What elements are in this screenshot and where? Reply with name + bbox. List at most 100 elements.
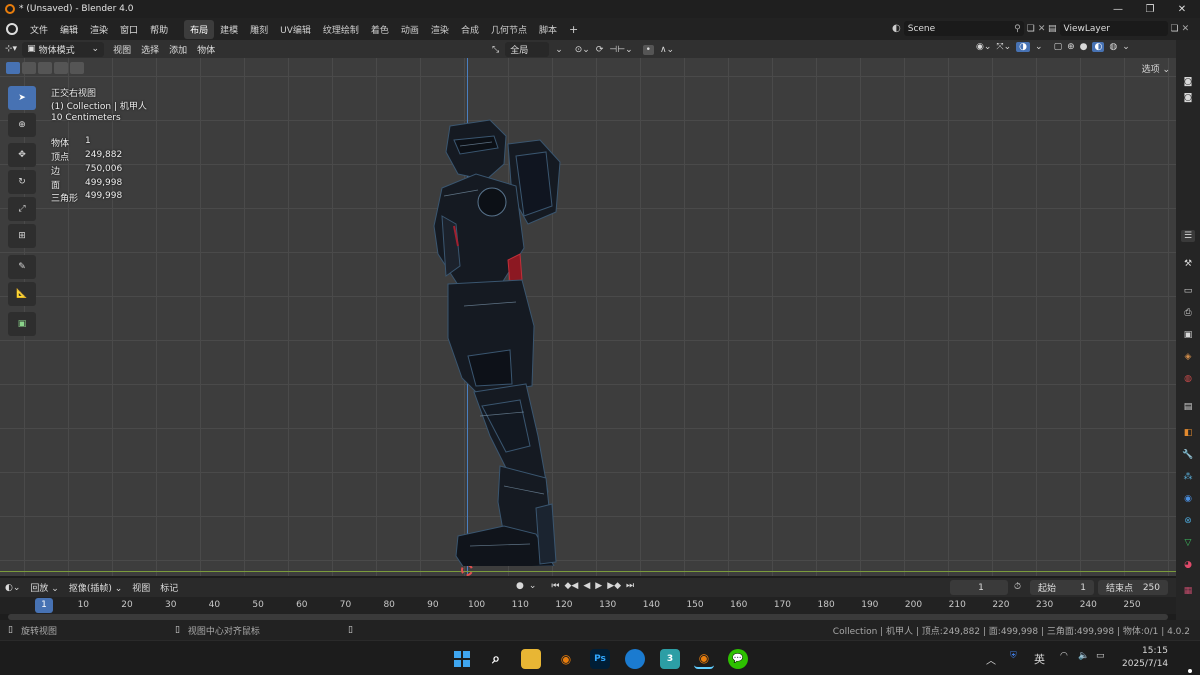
current-frame-field[interactable]: 1: [950, 580, 1008, 595]
orientation-dropdown[interactable]: 全局: [505, 42, 550, 57]
rendered-shading-icon[interactable]: ◍: [1109, 42, 1117, 52]
particles-properties-icon[interactable]: ⁂: [1181, 471, 1195, 483]
modifier-properties-icon[interactable]: 🔧: [1181, 449, 1195, 461]
menu-playback[interactable]: 回放 ⌄: [25, 581, 63, 594]
material-properties-icon[interactable]: ◕: [1181, 559, 1195, 571]
visibility-icon[interactable]: ◉⌄: [976, 42, 991, 52]
play-reverse-icon[interactable]: ◀: [583, 581, 590, 591]
record-icon[interactable]: ●: [516, 581, 524, 591]
wireframe-shading-icon[interactable]: ⊕: [1067, 42, 1075, 52]
pin-icon[interactable]: ⚲: [1014, 24, 1021, 34]
menu-markers[interactable]: 标记: [155, 581, 183, 594]
snap-target-icon[interactable]: ⊣⊢⌄: [609, 45, 632, 55]
menu-object[interactable]: 物体: [192, 43, 220, 56]
edge-browser-icon[interactable]: [625, 649, 645, 669]
collection-properties-icon[interactable]: ▤: [1181, 401, 1195, 413]
jump-end-icon[interactable]: ⏭: [626, 581, 634, 591]
output-properties-icon[interactable]: ⎙: [1181, 307, 1195, 319]
select-box-tool[interactable]: ➤: [8, 86, 36, 110]
editor-type-icon[interactable]: ⊹▾: [0, 44, 22, 54]
minimize-button[interactable]: —: [1102, 0, 1134, 18]
new-scene-icon[interactable]: ❏: [1027, 24, 1035, 34]
3dsmax-icon[interactable]: 3: [660, 649, 680, 669]
cursor-tool[interactable]: ⊕: [8, 113, 36, 137]
maximize-button[interactable]: ❐: [1134, 0, 1166, 18]
tab-rendering[interactable]: 渲染: [425, 20, 455, 39]
render-properties-icon[interactable]: ▭: [1181, 285, 1195, 297]
file-explorer-icon[interactable]: [521, 649, 541, 669]
menu-file[interactable]: 文件: [24, 23, 54, 36]
windows-start-icon[interactable]: [452, 649, 472, 669]
input-language[interactable]: 英: [1034, 651, 1045, 667]
clock-time[interactable]: 15:15: [1142, 646, 1168, 656]
tab-texture-paint[interactable]: 纹理绘制: [317, 20, 365, 39]
menu-view[interactable]: 视图: [108, 43, 136, 56]
gizmo-icon[interactable]: ⤧⌄: [996, 42, 1011, 52]
menu-render[interactable]: 渲染: [84, 23, 114, 36]
tab-animation[interactable]: 动画: [395, 20, 425, 39]
tab-layout[interactable]: 布局: [184, 19, 215, 39]
blender-active-icon[interactable]: ◉: [694, 649, 714, 669]
constraints-properties-icon[interactable]: ⊗: [1181, 515, 1195, 527]
tool-settings-icon[interactable]: ⚒: [1181, 258, 1195, 270]
view-layer-icon[interactable]: ▤: [1048, 24, 1057, 34]
add-workspace-button[interactable]: +: [563, 20, 584, 39]
prev-keyframe-icon[interactable]: ◆◀: [565, 581, 579, 591]
options-dropdown[interactable]: 选项 ⌄: [1142, 62, 1170, 75]
object-properties-icon[interactable]: ◧: [1181, 427, 1195, 439]
wechat-icon[interactable]: 💬: [728, 649, 748, 669]
mode-dropdown[interactable]: ▣ 物体模式 ⌄: [22, 41, 105, 57]
menu-timeline-view[interactable]: 视图: [127, 581, 155, 594]
clock-date[interactable]: 2025/7/14: [1122, 659, 1168, 669]
material-shading-icon[interactable]: ◐: [1092, 42, 1105, 52]
transform-tool[interactable]: ⊞: [8, 224, 36, 248]
tab-compositing[interactable]: 合成: [455, 20, 485, 39]
scale-tool[interactable]: ⤢: [8, 197, 36, 221]
menu-help[interactable]: 帮助: [144, 23, 174, 36]
view-layer-field[interactable]: ViewLayer: [1059, 21, 1168, 36]
render-camera-icon[interactable]: ◙: [1181, 92, 1195, 104]
timeline-editor-icon[interactable]: ◐⌄: [0, 583, 25, 593]
properties-icon[interactable]: ☰: [1181, 230, 1195, 242]
stopwatch-icon[interactable]: ⏱: [1014, 582, 1021, 592]
view-layer-properties-icon[interactable]: ▣: [1181, 329, 1195, 341]
camera-view-icon[interactable]: ◙: [1181, 76, 1195, 88]
select-invert-icon[interactable]: [54, 62, 68, 74]
close-button[interactable]: ✕: [1166, 0, 1198, 18]
snap-icon[interactable]: ⟳: [596, 45, 604, 55]
wifi-icon[interactable]: ◠: [1060, 651, 1068, 661]
xray-icon[interactable]: ▢: [1054, 42, 1063, 52]
battery-icon[interactable]: ▭: [1096, 651, 1105, 661]
volume-icon[interactable]: 🔈: [1078, 651, 1089, 661]
physics-properties-icon[interactable]: ◉: [1181, 493, 1195, 505]
timeline-ruler[interactable]: 1 10 20 30 40 50 60 70 80 90 100 110 120 130 140 150 160…: [0, 597, 1176, 614]
security-shield-icon[interactable]: ⛨: [1010, 651, 1017, 661]
tab-modeling[interactable]: 建模: [214, 20, 244, 39]
overlays-icon[interactable]: ◑: [1016, 42, 1031, 52]
add-cube-tool[interactable]: ▣: [8, 312, 36, 336]
tray-chevron-up-icon[interactable]: ︿: [986, 652, 996, 667]
record-dropdown-icon[interactable]: ⌄: [529, 581, 537, 591]
pivot-point-icon[interactable]: ⊙⌄: [575, 45, 590, 55]
tab-sculpting[interactable]: 雕刻: [244, 20, 274, 39]
end-frame-field[interactable]: 结束点 250: [1098, 580, 1168, 595]
tab-scripting[interactable]: 脚本: [533, 20, 563, 39]
shading-dropdown-icon[interactable]: ⌄: [1122, 42, 1130, 52]
new-view-layer-icon[interactable]: ❏: [1171, 24, 1179, 34]
scene-icon[interactable]: ◐: [892, 23, 901, 34]
falloff-icon[interactable]: ∧⌄: [660, 45, 674, 55]
texture-properties-icon[interactable]: ▦: [1181, 585, 1195, 597]
scene-field[interactable]: Scene ⚲: [903, 21, 1024, 36]
play-icon[interactable]: ▶: [595, 581, 602, 591]
rotate-tool[interactable]: ↻: [8, 170, 36, 194]
3d-viewport[interactable]: 选项 ⌄ ➤ ⊕ ✥ ↻ ⤢ ⊞ ✎ 📐 ▣ 正交右视图 (1) Collect…: [0, 58, 1176, 576]
proportional-edit-icon[interactable]: •: [642, 44, 654, 55]
move-tool[interactable]: ✥: [8, 143, 36, 167]
start-frame-field[interactable]: 起始 1: [1030, 580, 1094, 595]
mech-robot-model[interactable]: [420, 116, 580, 566]
select-intersect-icon[interactable]: [70, 62, 84, 74]
jump-start-icon[interactable]: ⏮: [551, 581, 559, 591]
overlays-dropdown-icon[interactable]: ⌄: [1035, 42, 1043, 52]
menu-edit[interactable]: 编辑: [54, 23, 84, 36]
search-icon[interactable]: ⌕: [486, 649, 506, 669]
